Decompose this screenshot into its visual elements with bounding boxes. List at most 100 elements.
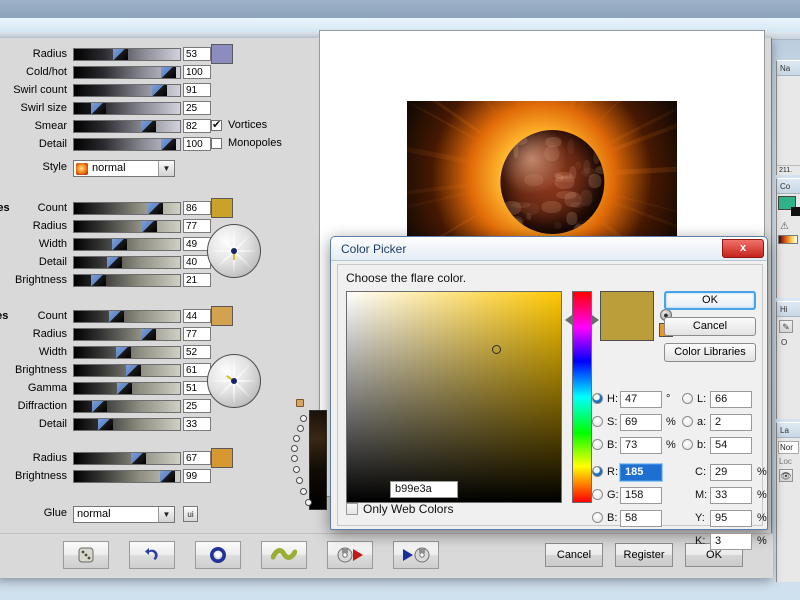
param-slider-spikes-5[interactable] <box>73 400 181 413</box>
slider-handle[interactable] <box>112 239 127 250</box>
param-value-spikes-2[interactable]: 52 <box>183 345 211 359</box>
panel-navigator[interactable]: Na 211. <box>776 60 800 175</box>
param-value-sun-3[interactable]: 25 <box>183 101 211 115</box>
param-slider-sun-2[interactable] <box>73 84 181 97</box>
param-slider-sun-5[interactable] <box>73 138 181 151</box>
glue-options-button[interactable]: ui <box>183 506 198 522</box>
gradient-stop[interactable] <box>296 399 304 407</box>
slider-handle[interactable] <box>152 85 167 96</box>
param-slider-spikes-0[interactable] <box>73 310 181 323</box>
radio-b-rgb[interactable] <box>592 512 603 523</box>
radio-b-hsb[interactable] <box>592 439 603 450</box>
field-b-lab[interactable]: 54 <box>710 437 752 454</box>
dialog-button-register[interactable]: Register <box>615 543 673 567</box>
gradient-stop[interactable] <box>296 477 303 484</box>
layer-blend-mode[interactable]: Nor <box>778 441 799 454</box>
slider-handle[interactable] <box>107 257 122 268</box>
radio-a-lab[interactable] <box>682 416 693 427</box>
toolbar-button-save-preset[interactable] <box>327 541 373 569</box>
chevron-down-icon[interactable]: ▼ <box>158 507 174 522</box>
param-slider-flares-3[interactable] <box>73 256 181 269</box>
param-value-sun-5[interactable]: 100 <box>183 137 211 151</box>
param-slider-flares-1[interactable] <box>73 220 181 233</box>
color-ramp[interactable] <box>778 235 798 244</box>
param-value-spikes-5[interactable]: 25 <box>183 399 211 413</box>
close-icon[interactable]: x <box>722 239 764 258</box>
glue-dropdown[interactable]: normal ▼ <box>73 506 175 523</box>
sb-cursor[interactable] <box>492 345 501 354</box>
param-value-spikes-0[interactable]: 44 <box>183 309 211 323</box>
gradient-stop[interactable] <box>291 445 298 452</box>
saturation-brightness-field[interactable] <box>346 291 562 503</box>
param-value-spikes-1[interactable]: 77 <box>183 327 211 341</box>
toolbar-button-randomize[interactable] <box>63 541 109 569</box>
slider-handle[interactable] <box>116 347 131 358</box>
field-r-rgb[interactable]: 185 <box>620 464 662 481</box>
param-value-sun-4[interactable]: 82 <box>183 119 211 133</box>
slider-handle[interactable] <box>148 203 163 214</box>
radio-b-lab[interactable] <box>682 439 693 450</box>
gradient-strip[interactable] <box>309 410 327 510</box>
param-value-flares-1[interactable]: 77 <box>183 219 211 233</box>
param-slider-flares-4[interactable] <box>73 274 181 287</box>
slider-handle[interactable] <box>92 401 107 412</box>
param-value-sun-1[interactable]: 100 <box>183 65 211 79</box>
slider-handle[interactable] <box>126 365 141 376</box>
picker-button-color-libraries[interactable]: Color Libraries <box>664 343 756 362</box>
slider-handle[interactable] <box>117 383 132 394</box>
param-value-sun-0[interactable]: 53 <box>183 47 211 61</box>
param-value-halo-1[interactable]: 99 <box>183 469 211 483</box>
toolbar-button-reload[interactable] <box>195 541 241 569</box>
background-swatch[interactable] <box>791 207 800 216</box>
field-k-cmyk[interactable]: 3 <box>710 533 752 550</box>
param-slider-spikes-1[interactable] <box>73 328 181 341</box>
param-slider-flares-0[interactable] <box>73 202 181 215</box>
slider-handle[interactable] <box>141 329 156 340</box>
gradient-stop[interactable] <box>300 488 307 495</box>
field-a-lab[interactable]: 2 <box>710 414 752 431</box>
slider-handle[interactable] <box>98 419 113 430</box>
field-b-hsb[interactable]: 73 <box>620 437 662 454</box>
panel-history[interactable]: Hi ✎ O <box>776 301 800 419</box>
param-slider-spikes-3[interactable] <box>73 364 181 377</box>
toolbar-button-tweak[interactable] <box>261 541 307 569</box>
slider-handle[interactable] <box>91 103 106 114</box>
param-slider-halo-0[interactable] <box>73 452 181 465</box>
history-state-item[interactable]: O <box>781 338 800 347</box>
checkbox-vortices[interactable] <box>211 120 222 131</box>
panel-color[interactable]: Co ⚠ <box>776 178 800 298</box>
dialog-button-cancel[interactable]: Cancel <box>545 543 603 567</box>
field-m-cmyk[interactable]: 33 <box>710 487 752 504</box>
slider-handle[interactable] <box>109 311 124 322</box>
param-value-halo-0[interactable]: 67 <box>183 451 211 465</box>
field-g-rgb[interactable]: 158 <box>620 487 662 504</box>
slider-handle[interactable] <box>161 67 176 78</box>
param-slider-sun-0[interactable] <box>73 48 181 61</box>
gradient-stop[interactable] <box>300 415 307 422</box>
direction-dial-spikes[interactable] <box>207 354 261 408</box>
gradient-stop[interactable] <box>291 455 298 462</box>
slider-handle[interactable] <box>141 121 156 132</box>
style-dropdown[interactable]: normal ▼ <box>73 160 175 177</box>
hue-slider[interactable] <box>572 291 592 503</box>
gradient-stop[interactable] <box>297 425 304 432</box>
param-slider-spikes-2[interactable] <box>73 346 181 359</box>
field-b-rgb[interactable]: 58 <box>620 510 662 527</box>
radio-g-rgb[interactable] <box>592 489 603 500</box>
gradient-stop[interactable] <box>293 435 300 442</box>
color-swatch-flares[interactable] <box>211 198 233 218</box>
slider-handle[interactable] <box>91 275 106 286</box>
radio-s-hsb[interactable] <box>592 416 603 427</box>
field-c-cmyk[interactable]: 29 <box>710 464 752 481</box>
field-h-hsb[interactable]: 47 <box>620 391 662 408</box>
hue-marker-left[interactable] <box>565 315 572 325</box>
slider-handle[interactable] <box>131 453 146 464</box>
picker-button-ok[interactable]: OK <box>664 291 756 310</box>
param-value-spikes-6[interactable]: 33 <box>183 417 211 431</box>
color-swatch-sun[interactable] <box>211 44 233 64</box>
gradient-stop[interactable] <box>305 499 312 506</box>
field-y-cmyk[interactable]: 95 <box>710 510 752 527</box>
hex-field[interactable]: b99e3a <box>390 481 458 498</box>
param-slider-halo-1[interactable] <box>73 470 181 483</box>
slider-handle[interactable] <box>161 139 176 150</box>
